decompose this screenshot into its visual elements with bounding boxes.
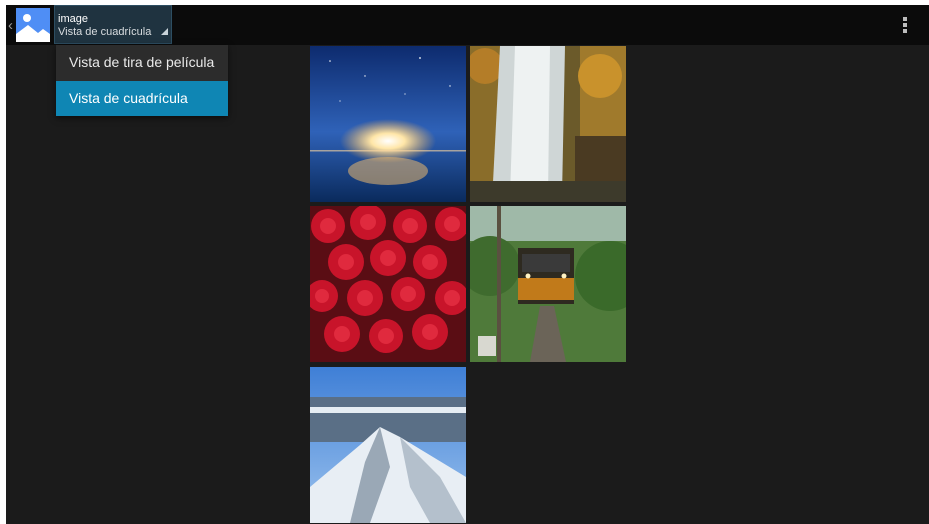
app-title: image bbox=[58, 13, 88, 25]
view-mode-spinner[interactable]: image Vista de cuadrícula bbox=[54, 5, 172, 44]
image-gallery-icon[interactable] bbox=[16, 8, 50, 42]
thumbnail-waterfall[interactable] bbox=[470, 46, 626, 202]
thumbnail-roses[interactable] bbox=[310, 206, 466, 362]
menu-item-filmstrip-view[interactable]: Vista de tira de película bbox=[56, 45, 228, 80]
current-view-label: Vista de cuadrícula bbox=[58, 26, 152, 38]
chevron-left-icon[interactable]: ‹ bbox=[8, 18, 13, 33]
thumbnail-train[interactable] bbox=[470, 206, 626, 362]
thumbnail-starry-sky[interactable] bbox=[310, 46, 466, 202]
menu-item-grid-view[interactable]: Vista de cuadrícula bbox=[56, 81, 228, 116]
more-vert-icon[interactable] bbox=[900, 15, 910, 35]
action-bar: ‹ image Vista de cuadrícula bbox=[6, 5, 929, 45]
gallery-screen: ‹ image Vista de cuadrícula Vista de tir… bbox=[6, 5, 929, 524]
thumbnail-mountain[interactable] bbox=[310, 367, 466, 523]
view-mode-dropdown: Vista de tira de película Vista de cuadr… bbox=[56, 45, 228, 116]
dropdown-caret-icon bbox=[161, 22, 168, 40]
